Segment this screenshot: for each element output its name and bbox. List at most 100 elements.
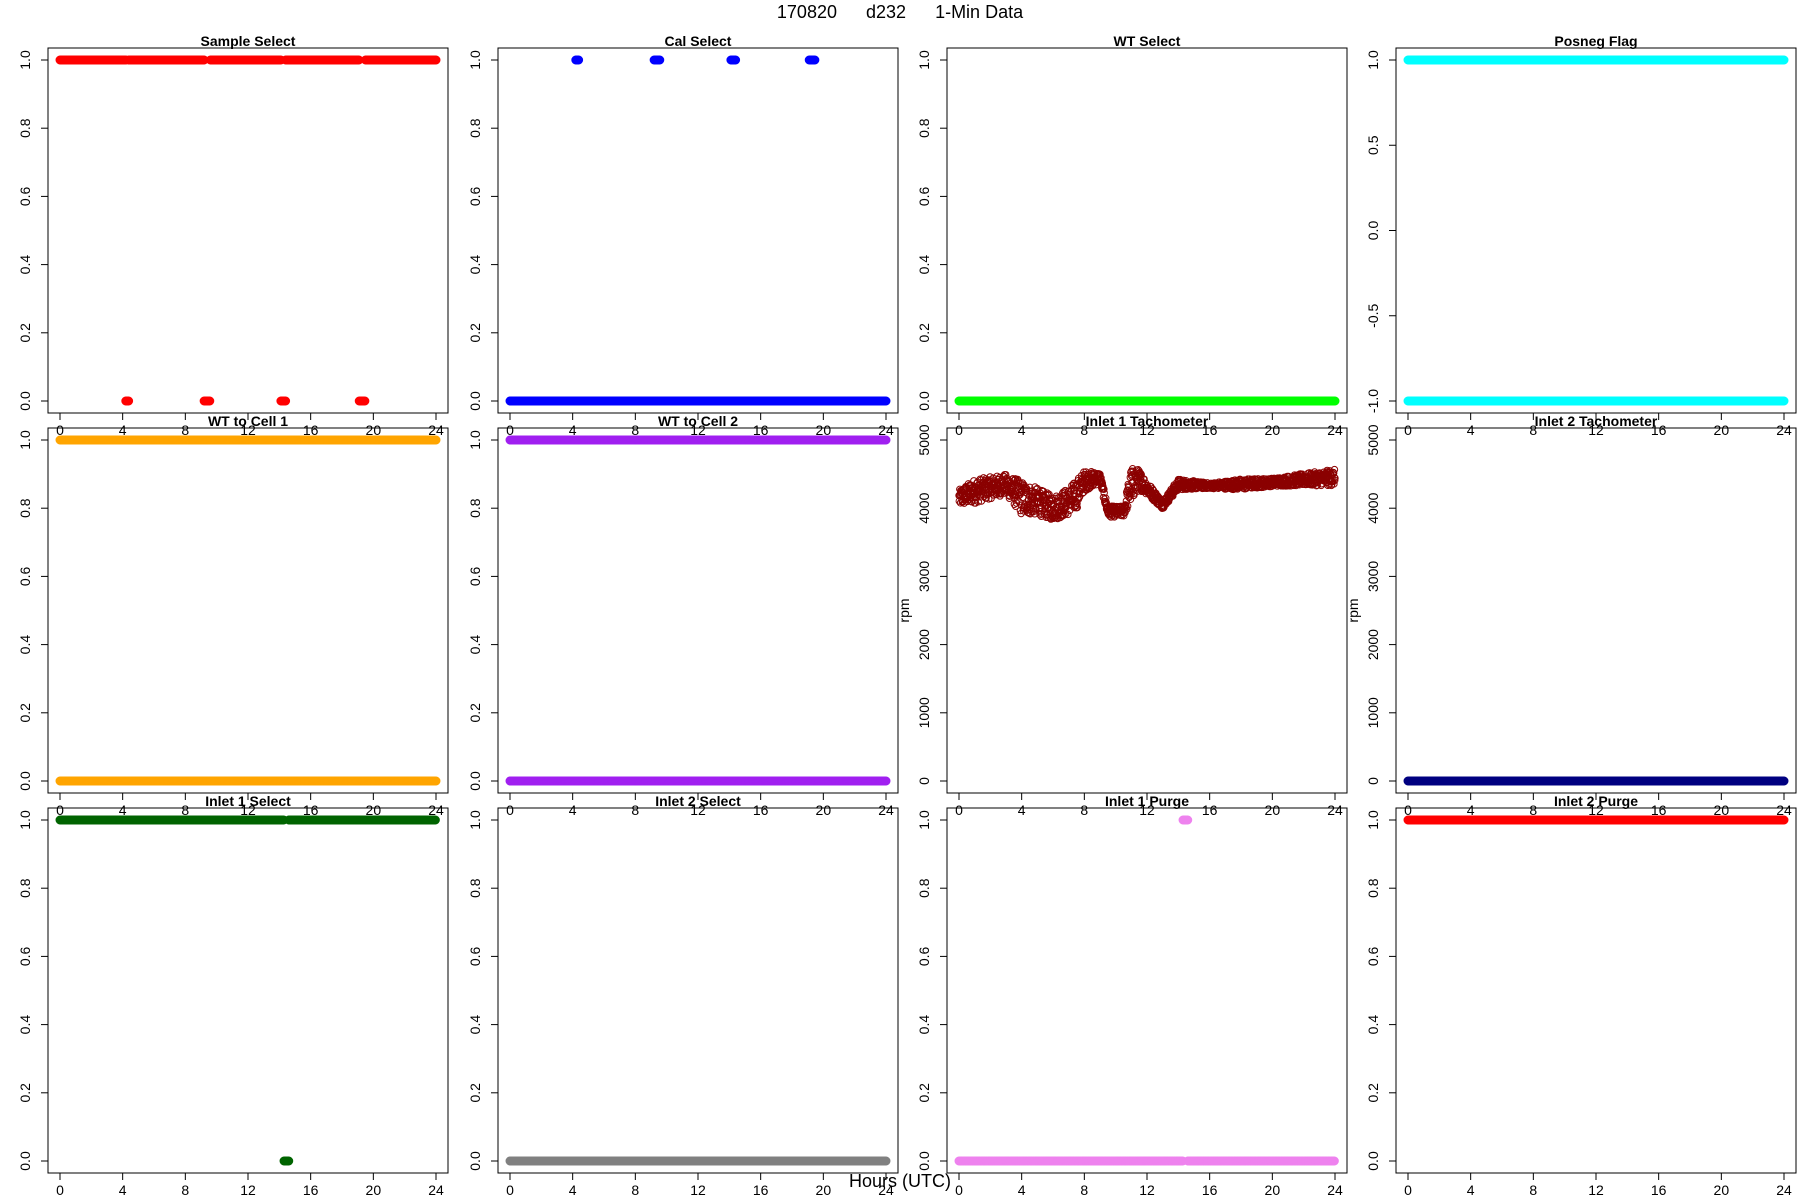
x-tick-label: 8 bbox=[1080, 802, 1088, 818]
data-points bbox=[1403, 55, 1789, 406]
panel-title: Sample Select bbox=[201, 33, 296, 49]
x-tick-label: 0 bbox=[506, 802, 514, 818]
y-tick-label: 0.8 bbox=[467, 118, 483, 138]
y-tick-label: -0.5 bbox=[1365, 303, 1381, 327]
y-tick-label: 0.0 bbox=[916, 391, 932, 411]
x-tick-label: 24 bbox=[1776, 422, 1792, 438]
panel-title: WT to Cell 2 bbox=[658, 413, 738, 429]
plot-grid: Sample Select0 4 8 12 16 20 240.00.20.40.60.81… bbox=[17, 33, 1797, 1198]
data-point bbox=[810, 55, 820, 65]
y-tick-label: 0.6 bbox=[467, 566, 483, 586]
x-tick-label: 0 bbox=[955, 422, 963, 438]
plot-frame bbox=[497, 47, 899, 414]
data-point bbox=[881, 776, 891, 786]
y-tick-label: 1000 bbox=[916, 697, 932, 728]
y-tick-label: 0.6 bbox=[17, 566, 33, 586]
x-tick-label: 4 bbox=[1467, 422, 1475, 438]
y-tick-label: 0.8 bbox=[467, 498, 483, 518]
data-point bbox=[1330, 396, 1340, 406]
panel-title: WT Select bbox=[1114, 33, 1181, 49]
y-tick-label: 3000 bbox=[916, 561, 932, 592]
data-points bbox=[954, 396, 1340, 406]
y-axis: 0.0 0.2 0.4 0.6 0.8 1.0 bbox=[467, 430, 499, 791]
data-points bbox=[55, 435, 441, 786]
plot-frame bbox=[47, 47, 449, 414]
y-axis: 0.0 0.2 0.4 0.6 0.8 1.0 bbox=[916, 50, 948, 411]
y-tick-label: 0.4 bbox=[467, 635, 483, 655]
x-tick-label: 20 bbox=[1265, 422, 1281, 438]
y-tick-label: 1.0 bbox=[17, 430, 33, 450]
data-point bbox=[731, 55, 741, 65]
y-tick-label: 0.8 bbox=[916, 118, 932, 138]
data-point bbox=[360, 396, 370, 406]
y-tick-label: 0.0 bbox=[17, 391, 33, 411]
chart-panel-2: Cal Select0 4 8 12 16 20 240.00.20.40.60.81.0 bbox=[467, 33, 899, 438]
y-tick-label: -1.0 bbox=[1365, 389, 1381, 413]
y-tick-label: 1.0 bbox=[1365, 50, 1381, 70]
chart-panel-6: WT to Cell 20 4 8 12 16 20 240.00.20.40.60.81.… bbox=[467, 413, 899, 818]
panel-title: Inlet 1 Tachometer bbox=[1086, 413, 1209, 429]
data-point bbox=[281, 396, 291, 406]
y-tick-label: 0.4 bbox=[17, 635, 33, 655]
y-tick-label: 0.2 bbox=[17, 323, 33, 343]
data-points bbox=[505, 55, 891, 406]
y-axis-label: rpm bbox=[896, 598, 912, 622]
y-tick-label: 2000 bbox=[916, 629, 932, 660]
x-tick-label: 0 bbox=[955, 802, 963, 818]
y-tick-label: 0.8 bbox=[17, 498, 33, 518]
x-tick-label: 4 bbox=[569, 802, 577, 818]
y-tick-label: 0.6 bbox=[916, 186, 932, 206]
data-point bbox=[655, 55, 665, 65]
y-tick-label: 4000 bbox=[916, 492, 932, 523]
data-point bbox=[881, 435, 891, 445]
x-tick-label: 24 bbox=[1327, 802, 1343, 818]
data-point bbox=[205, 396, 215, 406]
y-tick-label: 0.2 bbox=[916, 323, 932, 343]
x-tick-label: 4 bbox=[1018, 802, 1026, 818]
data-point bbox=[431, 55, 441, 65]
plot-frame bbox=[47, 427, 449, 794]
chart-panel-3: WT Select0 4 8 12 16 20 240.00.20.40.60.81.0 bbox=[916, 33, 1348, 438]
y-tick-label: 0.5 bbox=[1365, 135, 1381, 155]
y-tick-label: 0.0 bbox=[467, 771, 483, 791]
plot-frame bbox=[946, 47, 1348, 414]
chart-panel-5: WT to Cell 10 4 8 12 16 20 240.00.20.40.60.81.… bbox=[17, 413, 449, 818]
y-axis: 0.0 0.2 0.4 0.6 0.8 1.0 bbox=[17, 50, 49, 411]
x-tick-label: 20 bbox=[1265, 802, 1281, 818]
plot-frame bbox=[1395, 47, 1797, 414]
x-tick-label: 16 bbox=[753, 802, 769, 818]
y-tick-label: 5000 bbox=[916, 424, 932, 455]
y-tick-label: 0.8 bbox=[17, 118, 33, 138]
data-point bbox=[431, 435, 441, 445]
x-tick-label: 20 bbox=[816, 802, 832, 818]
y-tick-label: 0.4 bbox=[916, 255, 932, 275]
y-tick-label: 0.0 bbox=[1365, 221, 1381, 241]
data-point bbox=[1779, 396, 1789, 406]
y-tick-label: 1.0 bbox=[467, 430, 483, 450]
data-point bbox=[881, 396, 891, 406]
y-tick-label: 0.2 bbox=[17, 703, 33, 723]
y-tick-label: 0.4 bbox=[17, 255, 33, 275]
y-axis: 0.00.20.40.60.81.0 bbox=[467, 50, 499, 411]
y-tick-label: 0.2 bbox=[467, 323, 483, 343]
y-tick-label: 1.0 bbox=[916, 50, 932, 70]
y-axis: -1.0 -0.5 0.0 0.5 1.0 bbox=[1365, 50, 1397, 413]
chart-panel-7: Inlet 1 Tachometer0 4 8 12 16 20 2401000200030… bbox=[896, 413, 1348, 818]
panel-title: Posneg Flag bbox=[1554, 33, 1637, 49]
x-tick-label: 8 bbox=[631, 802, 639, 818]
y-tick-label: 1.0 bbox=[17, 50, 33, 70]
chart-panel-1: Sample Select0 4 8 12 16 20 240.00.20.40.60.81… bbox=[17, 33, 449, 438]
y-tick-label: 0.2 bbox=[467, 703, 483, 723]
y-tick-label: 0.6 bbox=[17, 186, 33, 206]
y-axis: 0 1000 2000 3000 4000 5000 bbox=[916, 424, 948, 785]
x-tick-label: 20 bbox=[1714, 422, 1730, 438]
data-point bbox=[1779, 55, 1789, 65]
y-tick-label: 0 bbox=[916, 777, 932, 785]
data-point bbox=[124, 396, 134, 406]
data-points bbox=[955, 464, 1339, 523]
y-axis: 0.00.20.40.60.81.0 bbox=[17, 430, 49, 791]
x-tick-label: 0 bbox=[1404, 422, 1412, 438]
x-tick-label: 16 bbox=[1202, 802, 1218, 818]
x-tick-label: 24 bbox=[1327, 422, 1343, 438]
y-tick-label: 0.6 bbox=[467, 186, 483, 206]
